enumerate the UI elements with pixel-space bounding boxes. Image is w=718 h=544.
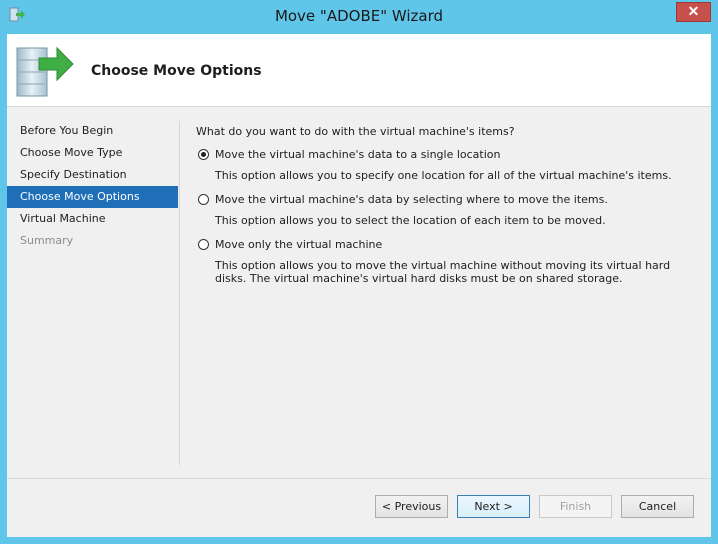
previous-button[interactable]: < Previous <box>375 495 448 518</box>
page-title: Choose Move Options <box>91 63 262 79</box>
cancel-button[interactable]: Cancel <box>621 495 694 518</box>
question-text: What do you want to do with the virtual … <box>196 125 515 138</box>
wizard-steps-nav: Before You Begin Choose Move Type Specif… <box>7 120 178 252</box>
option-select-where-label[interactable]: Move the virtual machine's data by selec… <box>215 193 608 206</box>
nav-item-before-you-begin[interactable]: Before You Begin <box>7 120 178 142</box>
next-button[interactable]: Next > <box>457 495 530 518</box>
option-vm-only-description: This option allows you to move the virtu… <box>215 259 671 285</box>
nav-item-choose-move-options[interactable]: Choose Move Options <box>7 186 178 208</box>
nav-item-choose-move-type[interactable]: Choose Move Type <box>7 142 178 164</box>
button-bar-divider <box>7 478 711 479</box>
nav-item-virtual-machine[interactable]: Virtual Machine <box>7 208 178 230</box>
radio-select-where[interactable] <box>198 194 209 205</box>
option-single-location-description: This option allows you to specify one lo… <box>215 169 672 182</box>
radio-vm-only[interactable] <box>198 239 209 250</box>
server-move-icon <box>16 46 74 97</box>
nav-item-summary: Summary <box>20 234 74 247</box>
radio-single-location[interactable] <box>198 149 209 160</box>
nav-item-specify-destination[interactable]: Specify Destination <box>7 164 178 186</box>
close-button[interactable]: ✕ <box>676 2 711 22</box>
wizard-client-area: Choose Move Options Before You Begin Cho… <box>7 34 711 537</box>
wizard-header: Choose Move Options <box>7 34 711 107</box>
option-vm-only-label[interactable]: Move only the virtual machine <box>215 238 382 251</box>
option-single-location-label[interactable]: Move the virtual machine's data to a sin… <box>215 148 501 161</box>
title-bar[interactable]: Move "ADOBE" Wizard ✕ <box>0 0 718 34</box>
wizard-window: Move "ADOBE" Wizard ✕ Choose Move Option <box>0 0 718 544</box>
finish-button: Finish <box>539 495 612 518</box>
window-title: Move "ADOBE" Wizard <box>274 7 444 25</box>
nav-divider <box>179 121 180 465</box>
option-select-where-description: This option allows you to select the loc… <box>215 214 606 227</box>
